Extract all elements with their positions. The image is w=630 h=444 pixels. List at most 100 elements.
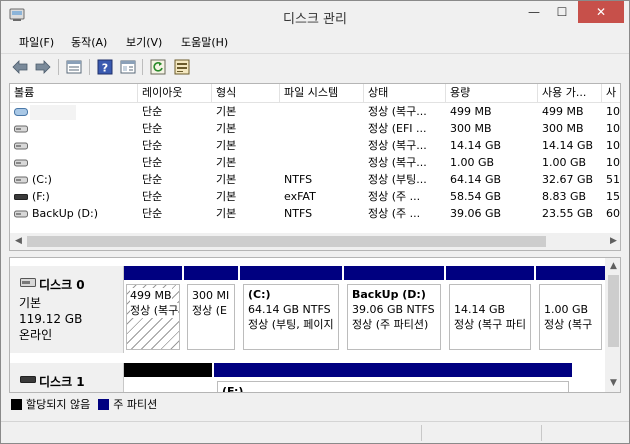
cell-status: 정상 (복구... xyxy=(368,139,427,152)
partition-bar xyxy=(184,266,238,280)
volume-drive-icon xyxy=(14,108,28,116)
cell-volume xyxy=(32,155,136,172)
properties-icon[interactable] xyxy=(119,58,137,76)
menu-file[interactable]: 파일(F) xyxy=(19,34,54,50)
cell-type: 기본 xyxy=(216,105,237,118)
cell-capacity: 1.00 GB xyxy=(450,156,495,169)
partition-body: 300 MI 정상 (E xyxy=(187,284,235,350)
scroll-up-arrow-icon[interactable]: ▲ xyxy=(605,258,620,275)
cell-status: 정상 (주 ... xyxy=(368,207,421,220)
partition-unallocated[interactable] xyxy=(124,363,212,392)
disk-0-label[interactable]: 디스크 0 기본 119.12 GB 온라인 xyxy=(10,266,124,353)
menu-help[interactable]: 도움말(H) xyxy=(181,34,228,50)
partition-status: 정상 (복구 xyxy=(544,318,593,331)
cell-layout: 단순 xyxy=(142,190,163,203)
cell-volume: (F:) xyxy=(32,190,50,203)
menu-action[interactable]: 동작(A) xyxy=(71,34,107,50)
cell-free-space: 1.00 GB xyxy=(542,156,587,169)
vertical-scrollbar[interactable]: ▲ ▼ xyxy=(605,258,620,392)
partition-bar xyxy=(536,266,605,280)
column-header-type[interactable]: 형식 xyxy=(212,84,280,103)
cell-percent-free: 10( xyxy=(606,122,620,135)
partition-bar xyxy=(240,266,342,280)
volume-row[interactable]: 단순 기본 정상 (복구... 499 MB 499 MB 10( xyxy=(10,104,620,121)
partition-recovery-14gb[interactable]: 14.14 GB 정상 (복구 파티 xyxy=(446,266,534,353)
cell-filesystem: NTFS xyxy=(284,173,313,186)
cell-percent-free: 10( xyxy=(606,139,620,152)
partition-recovery-499mb[interactable]: 499 MB 정상 (복구 xyxy=(124,266,182,353)
column-header-layout[interactable]: 레이아웃 xyxy=(138,84,212,103)
partition-status: 정상 (부팅, 페이지 xyxy=(248,318,334,331)
column-header-volume[interactable]: 볼륨 xyxy=(10,84,138,103)
volume-row[interactable]: BackUp (D:) 단순 기본 NTFS 정상 (주 ... 39.06 GB 23.5… xyxy=(10,206,620,223)
vertical-scroll-thumb[interactable] xyxy=(608,275,619,347)
legend-swatch-primary xyxy=(98,398,110,410)
column-header-percent-free[interactable]: 사 xyxy=(602,84,620,103)
volume-drive-icon xyxy=(14,142,28,150)
partition-efi-300mb[interactable]: 300 MI 정상 (E xyxy=(184,266,238,353)
status-bar xyxy=(1,421,629,443)
volume-row[interactable]: (C:) 단순 기본 NTFS 정상 (부팅... 64.14 GB 32.67 GB 51 xyxy=(10,172,620,189)
volume-list[interactable]: 볼륨 레이아웃 형식 파일 시스템 상태 용량 사용 가... 사 단순 기본 정상… xyxy=(9,83,621,251)
refresh-icon[interactable] xyxy=(149,58,167,76)
disk-0-state: 온라인 xyxy=(19,328,53,342)
disk-map[interactable]: 디스크 0 기본 119.12 GB 온라인 499 MB 정상 (복구 300… xyxy=(9,257,621,393)
cell-filesystem: exFAT xyxy=(284,190,316,203)
status-bar-segment xyxy=(541,425,542,441)
minimize-button[interactable]: — xyxy=(521,1,547,23)
partition-f-drive[interactable]: (F:) xyxy=(214,363,572,392)
volume-row[interactable]: (F:) 단순 기본 exFAT 정상 (주 ... 58.54 GB 8.83 GB 15 xyxy=(10,189,620,206)
partition-legend: 할당되지 않음 주 파티션 xyxy=(11,395,165,413)
disk-1-label[interactable]: 디스크 1 이동식 xyxy=(10,363,124,392)
scroll-left-arrow-icon[interactable]: ◀ xyxy=(10,233,27,250)
settings-icon[interactable] xyxy=(173,58,191,76)
menu-bar: 파일(F) 동작(A) 보기(V) 도움말(H) xyxy=(1,31,629,53)
partition-size: 499 MB xyxy=(130,288,172,303)
list-view-icon[interactable] xyxy=(65,58,83,76)
horizontal-scrollbar[interactable]: ◀ ▶ xyxy=(10,233,620,250)
cell-layout: 단순 xyxy=(142,207,163,220)
partition-size: 39.06 GB NTFS xyxy=(352,303,435,316)
column-header-status[interactable]: 상태 xyxy=(364,84,446,103)
partition-recovery-1gb[interactable]: 1.00 GB 정상 (복구 xyxy=(536,266,605,353)
back-arrow-icon[interactable] xyxy=(11,58,29,76)
cell-volume: (C:) xyxy=(32,173,52,186)
partition-c-drive[interactable]: (C:) 64.14 GB NTFS 정상 (부팅, 페이지 xyxy=(240,266,342,353)
partition-status: 정상 (복구 파티 xyxy=(454,318,527,331)
scroll-down-arrow-icon[interactable]: ▼ xyxy=(605,375,620,392)
volume-row[interactable]: 단순 기본 정상 (복구... 14.14 GB 14.14 GB 10( xyxy=(10,138,620,155)
cell-type: 기본 xyxy=(216,207,237,220)
close-button[interactable]: ✕ xyxy=(578,1,624,23)
forward-arrow-icon[interactable] xyxy=(34,58,52,76)
cell-capacity: 499 MB xyxy=(450,105,492,118)
scroll-right-arrow-icon[interactable]: ▶ xyxy=(605,233,620,250)
cell-filesystem xyxy=(284,121,364,138)
partition-size: 300 MI xyxy=(192,289,230,302)
volume-row[interactable]: 단순 기본 정상 (EFI ... 300 MB 300 MB 10( xyxy=(10,121,620,138)
status-bar-segment xyxy=(421,425,422,441)
horizontal-scroll-thumb[interactable] xyxy=(27,236,546,247)
partition-bar xyxy=(124,266,182,280)
cell-filesystem xyxy=(284,138,364,155)
partition-body: 14.14 GB 정상 (복구 파티 xyxy=(449,284,531,350)
cell-status: 정상 (EFI ... xyxy=(368,122,427,135)
disk-management-window: 디스크 관리 — ☐ ✕ 파일(F) 동작(A) 보기(V) 도움말(H) ? xyxy=(0,0,630,444)
volume-list-header: 볼륨 레이아웃 형식 파일 시스템 상태 용량 사용 가... 사 xyxy=(10,84,620,103)
disk-0-size: 119.12 GB xyxy=(19,312,83,326)
volume-drive-icon xyxy=(14,176,28,184)
maximize-button[interactable]: ☐ xyxy=(549,1,575,23)
cell-volume xyxy=(32,104,136,121)
column-header-capacity[interactable]: 용량 xyxy=(446,84,538,103)
disk-0-name: 디스크 0 xyxy=(39,278,85,292)
toolbar-separator xyxy=(89,59,90,75)
menu-view[interactable]: 보기(V) xyxy=(126,34,162,50)
column-header-filesystem[interactable]: 파일 시스템 xyxy=(280,84,364,103)
volume-row[interactable]: 단순 기본 정상 (복구... 1.00 GB 1.00 GB 10( xyxy=(10,155,620,172)
partition-backup-d-drive[interactable]: BackUp (D:) 39.06 GB NTFS 정상 (주 파티션) xyxy=(344,266,444,353)
partition-name: BackUp (D:) xyxy=(352,288,426,301)
volume-drive-icon xyxy=(14,159,28,167)
cell-free-space: 14.14 GB xyxy=(542,139,594,152)
title-bar[interactable]: 디스크 관리 — ☐ ✕ xyxy=(1,1,629,31)
help-icon[interactable]: ? xyxy=(96,58,114,76)
column-header-free-space[interactable]: 사용 가... xyxy=(538,84,602,103)
